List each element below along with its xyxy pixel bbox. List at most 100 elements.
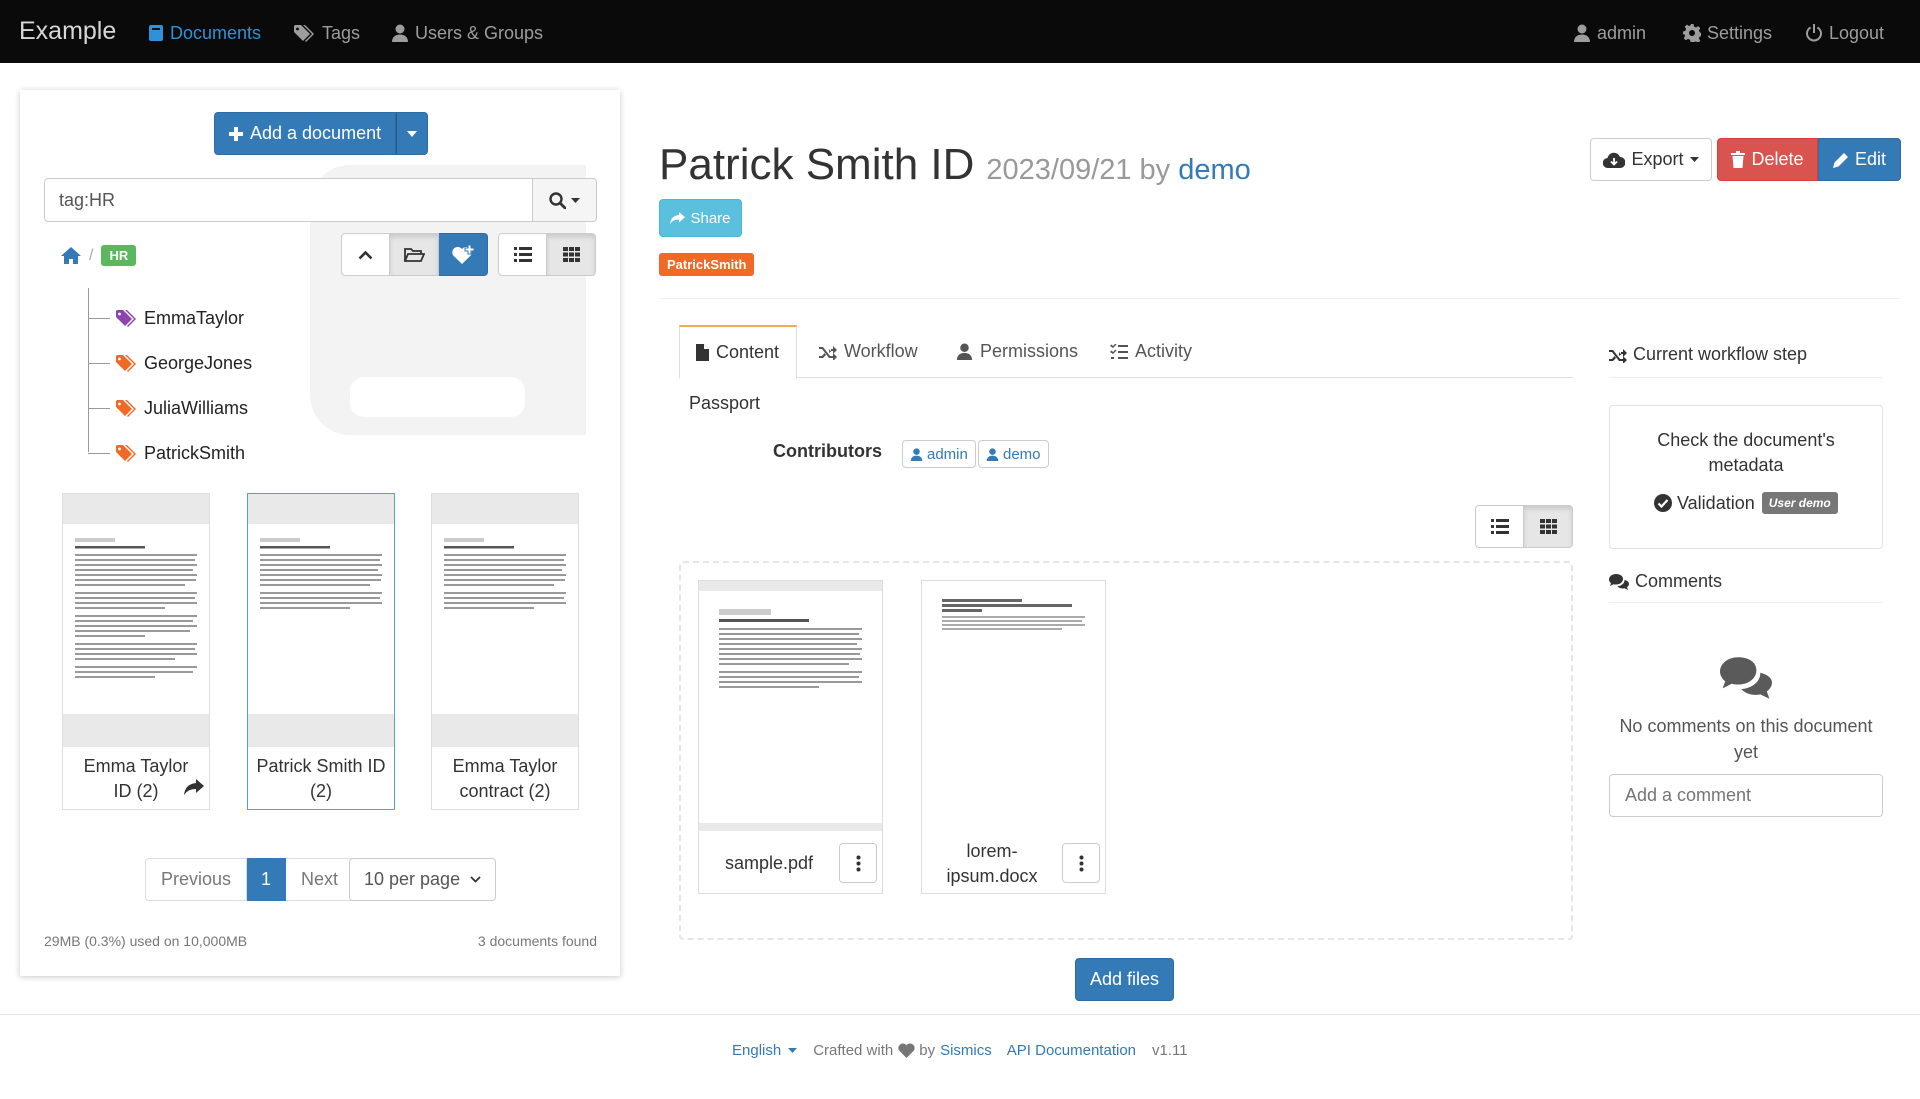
add-document-label: Add a document (250, 123, 382, 143)
collapse-button[interactable] (341, 233, 390, 276)
tag-item-georgejones[interactable]: GeorgeJones (88, 350, 252, 376)
api-documentation-link[interactable]: API Documentation (1007, 1042, 1136, 1059)
top-navbar: Example Documents Tags Users & Groups ad… (0, 0, 1920, 63)
cloud-download-icon (1603, 152, 1626, 168)
file-grid-view-button[interactable] (1524, 505, 1573, 548)
tag-label: PatrickSmith (144, 442, 246, 463)
contributor-admin[interactable]: admin (902, 440, 976, 468)
home-icon[interactable] (61, 247, 81, 264)
tab-activity[interactable]: Activity (1110, 325, 1192, 378)
document-tabs: Content Workflow Permissions Activity (679, 325, 1573, 379)
add-document-button[interactable]: Add a document (214, 112, 397, 155)
pagination: Previous 1 Next (145, 858, 355, 901)
nav-users-groups[interactable]: Users & Groups (391, 21, 543, 45)
storage-usage: 29MB (0.3%) used on 10,000MB (44, 933, 248, 949)
nav-users-groups-label: Users & Groups (415, 22, 544, 43)
search-input[interactable] (44, 178, 533, 222)
file-thumbnail (699, 581, 882, 831)
add-document-dropdown-button[interactable] (396, 112, 429, 155)
file-list-view-button[interactable] (1475, 505, 1524, 548)
footer: English Crafted with by Sismics API Docu… (732, 1042, 1188, 1059)
pencil-icon (1832, 152, 1848, 168)
workflow-step-name: Check the document's metadata (1657, 430, 1835, 475)
add-files-button[interactable]: Add files (1075, 958, 1174, 1001)
page-text-lines (719, 609, 862, 688)
page-text-lines (942, 599, 1085, 630)
document-creator-link[interactable]: demo (1178, 154, 1251, 187)
chevron-up-icon (358, 250, 373, 259)
pagination-previous[interactable]: Previous (145, 858, 248, 901)
more-vertical-icon (856, 855, 860, 871)
contributor-demo[interactable]: demo (978, 440, 1049, 468)
search-group (44, 178, 597, 222)
share-icon (184, 779, 204, 795)
more-vertical-icon (1079, 855, 1083, 871)
tab-permissions[interactable]: Permissions (956, 325, 1078, 378)
tag-item-emmataylor[interactable]: EmmaTaylor (88, 305, 244, 331)
document-tag-patricksmith[interactable]: PatrickSmith (659, 253, 755, 276)
file-card-sample-pdf[interactable]: sample.pdf (698, 580, 883, 894)
nav-settings[interactable]: Settings (1683, 21, 1772, 45)
per-page-select[interactable]: 10 per page (349, 858, 496, 901)
add-comment-input[interactable] (1609, 774, 1883, 817)
document-thumbnail (63, 494, 209, 747)
list-view-button[interactable] (498, 233, 547, 276)
pagination-page-1[interactable]: 1 (247, 858, 287, 901)
tasks-icon (1110, 343, 1128, 359)
grid-icon (562, 247, 580, 262)
tag-icon (116, 444, 136, 462)
grid-view-button[interactable] (547, 233, 596, 276)
tag-item-patricksmith[interactable]: PatrickSmith (88, 440, 245, 466)
workflow-heading: Current workflow step (1609, 344, 1807, 365)
file-card-lorem-ipsum-docx[interactable]: lorem- ipsum.docx (921, 580, 1106, 894)
document-by: by (1139, 154, 1171, 186)
search-button[interactable] (533, 178, 597, 222)
tag-icon (116, 399, 136, 417)
list-icon (513, 247, 532, 262)
tag-item-juliawilliams[interactable]: JuliaWilliams (88, 395, 248, 421)
tag-icon (116, 354, 136, 372)
language-selector[interactable]: English (732, 1042, 781, 1059)
brand-logo[interactable]: Example (19, 17, 116, 46)
document-list-panel: Add a document / HR (20, 90, 620, 976)
heart-icon (898, 1043, 915, 1058)
workflow-step-box: Check the document's metadata Validation… (1609, 405, 1883, 549)
nav-admin[interactable]: admin (1573, 21, 1646, 45)
nav-logout[interactable]: Logout (1805, 21, 1884, 45)
caret-down-icon (571, 197, 580, 203)
sismics-link[interactable]: Sismics (940, 1042, 992, 1059)
folder-view-group (341, 233, 488, 276)
nav-documents[interactable]: Documents (148, 21, 261, 45)
file-name: sample.pdf (724, 853, 814, 873)
folder-view-button[interactable] (390, 233, 439, 276)
file-menu-button[interactable] (839, 843, 877, 883)
assignee-badge: User demo (1761, 492, 1838, 514)
check-circle-icon (1654, 494, 1672, 512)
footer-crafted-text: Crafted with (813, 1042, 894, 1059)
tag-view-button[interactable] (439, 233, 488, 276)
document-card-emma-taylor-contract[interactable]: Emma Taylor contract (2) (431, 493, 579, 810)
file-menu-button[interactable] (1062, 843, 1100, 883)
tab-content[interactable]: Content (679, 325, 798, 379)
file-display-mode-group (1475, 505, 1573, 548)
pagination-next[interactable]: Next (286, 858, 355, 901)
add-document-group: Add a document (214, 112, 429, 155)
share-button[interactable]: Share (659, 199, 742, 237)
nav-tags[interactable]: Tags (293, 21, 360, 45)
delete-button[interactable]: Delete (1717, 138, 1818, 181)
plus-icon (229, 126, 243, 141)
nav-settings-label: Settings (1707, 22, 1773, 43)
document-card-emma-taylor-id[interactable]: Emma Taylor ID (2) (62, 493, 210, 810)
tab-workflow[interactable]: Workflow (819, 325, 918, 378)
export-button[interactable]: Export (1590, 138, 1712, 181)
random-icon (819, 345, 837, 360)
caret-down-icon (1689, 157, 1699, 162)
list-icon (1490, 519, 1509, 534)
document-card-patrick-smith-id[interactable]: Patrick Smith ID (2) (247, 493, 395, 810)
breadcrumb-tag-hr[interactable]: HR (101, 245, 137, 266)
no-comments-message: No comments on this document yet (1619, 716, 1873, 762)
edit-button[interactable]: Edit (1818, 138, 1901, 181)
user-icon (392, 24, 408, 42)
tag-label: EmmaTaylor (144, 307, 245, 328)
comments-empty-icon (1720, 657, 1772, 699)
